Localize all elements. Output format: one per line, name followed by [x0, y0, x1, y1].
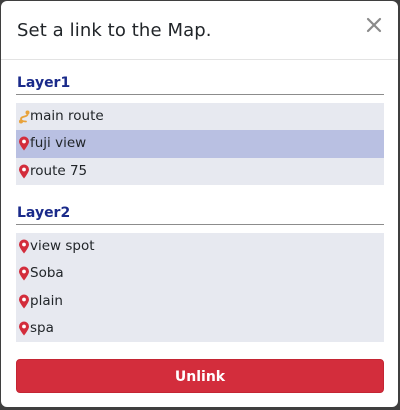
layer-divider — [16, 94, 384, 95]
list-item-label: view spot — [30, 238, 95, 254]
list-item-label: main route — [30, 108, 104, 124]
layer-item-list: view spot Soba plain spa — [16, 233, 384, 343]
modal-header: Set a link to the Map. — [1, 1, 398, 60]
layer-item-list: main route fuji view route 75 — [16, 103, 384, 185]
list-item-plain[interactable]: plain — [16, 288, 384, 315]
map-pin-icon — [19, 294, 29, 309]
modal-title: Set a link to the Map. — [17, 20, 212, 41]
list-item-label: route 75 — [30, 162, 88, 179]
map-pin-icon — [19, 321, 29, 336]
layer-title: Layer1 — [17, 75, 71, 91]
map-pin-icon — [19, 136, 29, 151]
list-item-main-route[interactable]: main route — [16, 103, 384, 130]
layer-title: Layer2 — [17, 205, 71, 221]
list-item-spa[interactable]: spa — [16, 315, 384, 342]
layer-divider — [16, 224, 384, 225]
layer-section-2: Layer2 view spot Soba plain spa — [16, 202, 384, 343]
list-item-route-75[interactable]: route 75 — [16, 158, 384, 185]
layer-section-1: Layer1 main route fuji view route 75 — [16, 72, 384, 185]
unlink-button[interactable]: Unlink — [16, 359, 384, 393]
list-item-label: plain — [30, 292, 63, 309]
route-icon — [19, 110, 30, 124]
list-item-view-spot[interactable]: view spot — [16, 233, 384, 260]
list-item-fuji-view[interactable]: fuji view — [16, 130, 384, 158]
close-button[interactable] — [364, 15, 384, 35]
list-item-label: spa — [30, 319, 54, 336]
close-icon — [366, 17, 382, 33]
map-pin-icon — [19, 266, 29, 281]
link-map-modal: Set a link to the Map. Layer1 main route — [1, 1, 398, 407]
list-item-label: Soba — [30, 265, 64, 282]
list-item-label: fuji view — [30, 135, 87, 152]
list-item-soba[interactable]: Soba — [16, 260, 384, 287]
map-pin-icon — [19, 239, 29, 254]
map-pin-icon — [19, 164, 29, 179]
